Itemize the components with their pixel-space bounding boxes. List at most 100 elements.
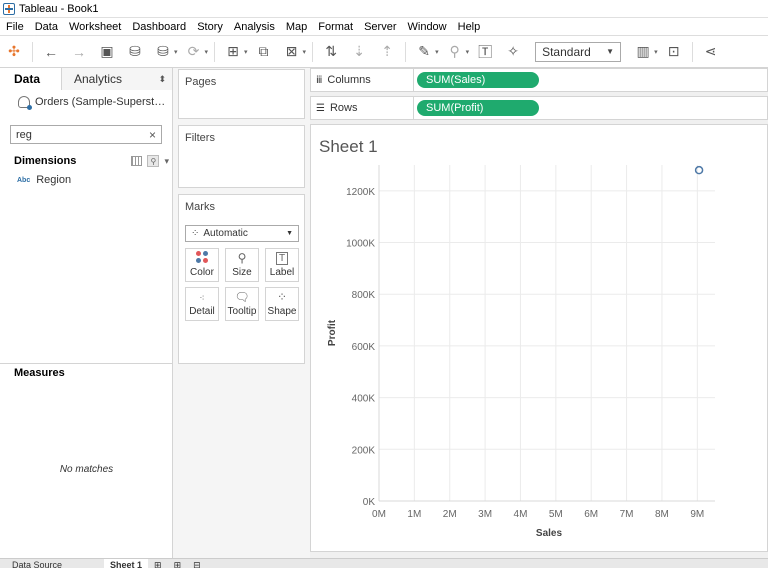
menu-help[interactable]: Help <box>452 21 486 33</box>
menu-window[interactable]: Window <box>402 21 452 33</box>
rows-shelf[interactable]: ☰ Rows SUM(Profit) <box>310 96 768 120</box>
chevron-down-icon[interactable]: ▾ <box>466 48 470 56</box>
y-tick-label: 600K <box>352 342 376 353</box>
label-icon: T <box>275 252 289 265</box>
chevron-down-icon[interactable]: ▾ <box>164 156 169 167</box>
tab-analytics[interactable]: Analytics ⬍ <box>62 68 172 90</box>
color-button[interactable]: Color <box>185 248 219 282</box>
new-worksheet-icon[interactable]: ⊞ <box>222 41 244 63</box>
refresh-icon[interactable]: ⟳ <box>183 41 205 63</box>
new-dashboard-tab-icon[interactable]: ⊞ <box>168 559 188 568</box>
chevron-down-icon[interactable]: ▾ <box>244 48 248 56</box>
sheet-tab-bar: Data Source Sheet 1 ⊞ ⊞ ⊟ <box>0 558 768 568</box>
field-region[interactable]: Abc Region <box>17 174 71 186</box>
menu-server[interactable]: Server <box>358 21 401 33</box>
clear-sheet-icon[interactable]: ⊠ <box>281 41 303 63</box>
menu-file[interactable]: File <box>0 21 29 33</box>
menu-bar: File Data Worksheet Dashboard Story Anal… <box>0 18 768 36</box>
size-label: Size <box>232 267 252 278</box>
menu-format[interactable]: Format <box>312 21 358 33</box>
new-worksheet-tab-icon[interactable]: ⊞ <box>148 559 168 568</box>
new-datasource-icon[interactable]: ⛁ <box>124 41 146 63</box>
new-story-tab-icon[interactable]: ⊟ <box>187 559 207 568</box>
sort-ascending-icon[interactable]: ⇣ <box>348 41 370 63</box>
menu-dashboard[interactable]: Dashboard <box>126 21 191 33</box>
swap-axes-icon[interactable]: ⇅ <box>320 41 342 63</box>
sort-descending-icon[interactable]: ⇡ <box>376 41 398 63</box>
y-tick-label: 0K <box>363 497 376 508</box>
highlight-icon[interactable]: ✎ <box>413 41 435 63</box>
tableau-start-icon[interactable]: ✣ <box>3 41 25 63</box>
pages-card[interactable]: Pages <box>178 69 305 119</box>
scatter-chart[interactable]: 0M 1M 2M 3M 4M 5M 6M 7M 8M 9M 0K 200K 400K 600K 800K 10… <box>311 125 767 551</box>
view-as-list-icon[interactable] <box>131 156 143 166</box>
string-type-icon: Abc <box>17 176 31 184</box>
columns-shelf[interactable]: ⅲ Columns SUM(Sales) <box>310 68 768 92</box>
tooltip-button[interactable]: 🗨 Tooltip <box>225 287 259 321</box>
pane-divider[interactable] <box>0 363 172 364</box>
menu-story[interactable]: Story <box>191 21 228 33</box>
chevron-down-icon[interactable]: ▾ <box>205 48 209 56</box>
detail-button[interactable]: ⁖ Detail <box>185 287 219 321</box>
clear-search-icon[interactable]: × <box>149 128 156 142</box>
x-tick-label: 2M <box>443 509 457 520</box>
datasource-item[interactable]: Orders (Sample-Superst… <box>0 90 172 114</box>
x-tick-label: 5M <box>549 509 563 520</box>
menu-analysis[interactable]: Analysis <box>228 21 280 33</box>
shape-button[interactable]: ⁘ Shape <box>265 287 299 321</box>
size-icon: ⚲ <box>237 251 247 265</box>
x-tick-label: 0M <box>372 509 386 520</box>
x-tick-label: 1M <box>407 509 421 520</box>
rows-pill-sum-profit[interactable]: SUM(Profit) <box>417 100 539 116</box>
window-title: Tableau - Book1 <box>19 2 99 15</box>
group-members-icon[interactable]: ⚲ <box>444 41 466 63</box>
fit-select[interactable]: Standard ▼ <box>535 41 622 62</box>
label-button[interactable]: T Label <box>265 248 299 282</box>
columns-shelf-label: ⅲ Columns <box>311 69 414 91</box>
pause-updates-icon[interactable]: ⛁ <box>152 41 174 63</box>
y-tick-label: 200K <box>352 445 376 456</box>
toolbar: ✣ ← → ▣ ⛁ ⛁ ▾ ⟳ ▾ ⊞ ▾ ⧉ ⊠ ▾ ⇅ ⇣ ⇡ ✎ ▾ ⚲ ▾ 🅃 ✧ … <box>0 36 768 68</box>
presentation-mode-icon[interactable]: ⊡ <box>663 41 685 63</box>
toolbar-separator <box>691 41 693 62</box>
field-search-input[interactable]: reg × <box>10 125 162 144</box>
pane-menu-icon[interactable]: ⬍ <box>158 74 166 85</box>
database-icon <box>18 96 32 110</box>
filters-card[interactable]: Filters <box>178 125 305 188</box>
share-icon[interactable]: ⋖ <box>700 41 722 63</box>
toolbar-separator <box>405 41 407 62</box>
fix-axes-icon[interactable]: ✧ <box>502 41 524 63</box>
shape-icon: ⁘ <box>276 290 288 304</box>
chevron-down-icon[interactable]: ▾ <box>654 48 658 56</box>
chevron-down-icon[interactable]: ▾ <box>174 48 178 56</box>
dimensions-header: Dimensions ⚲ ▾ <box>14 154 169 168</box>
save-icon[interactable]: ▣ <box>96 41 118 63</box>
x-tick-label: 8M <box>655 509 669 520</box>
worksheet-view: Sheet 1 0M 1M 2M 3M 4M 5M 6M 7M 8M 9M 0K 200K 400K 60… <box>310 124 768 552</box>
shelf-pane: Pages Filters Marks ⁘ Automatic ▼ Color … <box>173 68 310 558</box>
menu-worksheet[interactable]: Worksheet <box>63 21 126 33</box>
menu-map[interactable]: Map <box>280 21 312 33</box>
dimensions-label: Dimensions <box>14 155 77 167</box>
y-tick-label: 800K <box>352 290 376 301</box>
tab-data-source[interactable]: Data Source <box>6 559 68 568</box>
show-me-icon[interactable]: ▥ <box>632 41 654 63</box>
tab-sheet-1[interactable]: Sheet 1 <box>104 559 149 568</box>
duplicate-sheet-icon[interactable]: ⧉ <box>253 41 275 63</box>
tab-analytics-label: Analytics <box>74 72 123 86</box>
dimensions-tools: ⚲ ▾ <box>131 155 169 167</box>
scatter-point[interactable] <box>694 165 704 175</box>
title-bar: Tableau - Book1 <box>0 0 768 18</box>
redo-icon[interactable]: → <box>68 41 90 63</box>
toolbar-separator <box>312 41 314 62</box>
chevron-down-icon[interactable]: ▾ <box>435 48 439 56</box>
menu-data[interactable]: Data <box>29 21 63 33</box>
find-field-icon[interactable]: ⚲ <box>147 155 160 167</box>
undo-icon[interactable]: ← <box>40 41 62 63</box>
show-mark-labels-icon[interactable]: 🅃 <box>474 41 496 63</box>
size-button[interactable]: ⚲ Size <box>225 248 259 282</box>
chevron-down-icon[interactable]: ▾ <box>303 48 307 56</box>
tab-data[interactable]: Data <box>0 68 62 90</box>
columns-pill-sum-sales[interactable]: SUM(Sales) <box>417 72 539 88</box>
mark-type-select[interactable]: ⁘ Automatic ▼ <box>185 225 299 242</box>
